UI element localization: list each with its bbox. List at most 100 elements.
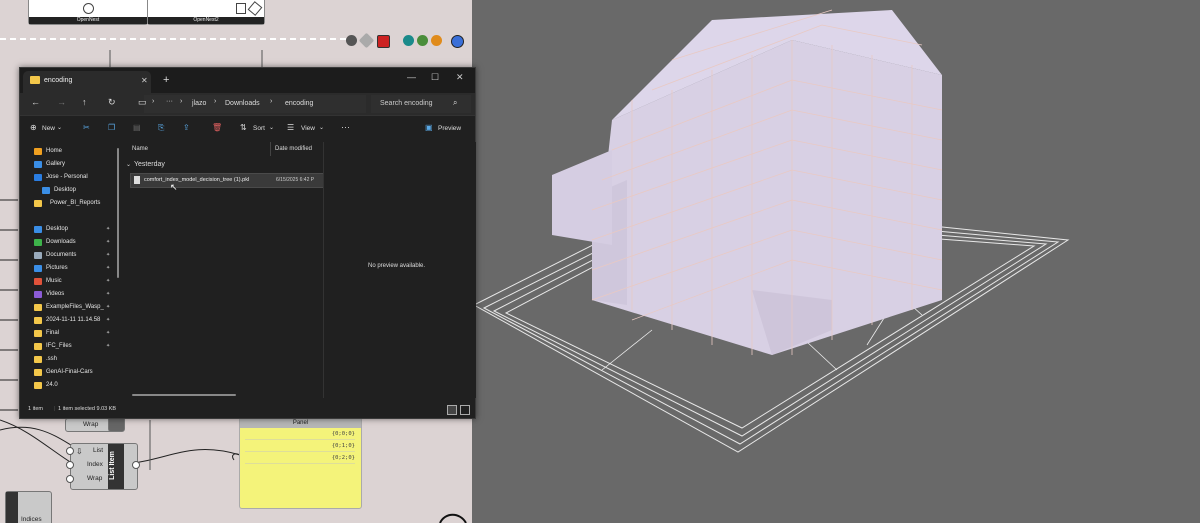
folder-icon	[30, 76, 40, 84]
back-icon[interactable]: ←	[31, 97, 40, 107]
rhino-viewport[interactable]	[472, 0, 1200, 523]
sidebar-item-24-0[interactable]: 24.0	[20, 380, 116, 392]
delete-icon[interactable]: 🗑	[212, 123, 222, 132]
sidebar-item-desktop[interactable]: Desktop	[20, 185, 116, 197]
pin-icon[interactable]: ✦	[106, 343, 110, 349]
breadcrumb-jlazo[interactable]: jlazo	[192, 100, 206, 107]
tab-encoding[interactable]: encoding ✕	[23, 71, 151, 93]
tiles-view-icon[interactable]	[460, 405, 470, 415]
sidebar-item-videos[interactable]: Videos ✦	[20, 289, 116, 301]
preview-pane-icon: ▣	[425, 123, 433, 132]
status-divider: |	[54, 406, 56, 412]
view-button[interactable]: View	[301, 125, 315, 132]
sidebar-item-documents[interactable]: Documents ✦	[20, 250, 116, 262]
sidebar-item-gallery[interactable]: Gallery	[20, 159, 116, 171]
new-tab-icon[interactable]: +	[163, 74, 169, 86]
breadcrumb-downloads[interactable]: Downloads	[225, 100, 260, 107]
divider	[20, 115, 475, 116]
new-button[interactable]: New	[42, 125, 55, 132]
paste-icon[interactable]: ▤	[133, 123, 141, 132]
pin-icon[interactable]: ✦	[106, 304, 110, 310]
wrap-input-grip[interactable]	[66, 475, 74, 483]
nav-scrollbar[interactable]	[117, 148, 119, 278]
address-bar: ← → ↑ ↻ ▭ › ··· › jlazo › Downloads › en…	[20, 93, 475, 115]
music-icon	[34, 278, 42, 285]
sidebar-item-examplefiles-wasp[interactable]: ExampleFiles_Wasp_ ✦	[20, 302, 116, 314]
sidebar-item-ifc-files[interactable]: IFC_Files ✦	[20, 341, 116, 353]
sidebar-item-label: Desktop	[54, 187, 77, 193]
chevron-down-icon[interactable]: ⌄	[126, 161, 131, 168]
sidebar-item-jose-personal[interactable]: Jose - Personal	[20, 172, 116, 184]
title-bar: encoding ✕ + — ☐ ✕	[20, 68, 475, 93]
column-header-name[interactable]: Name	[132, 146, 148, 160]
breadcrumb-encoding[interactable]: encoding	[285, 100, 313, 107]
sort-button[interactable]: Sort	[253, 125, 265, 132]
sidebar-item-label: Final	[46, 330, 60, 336]
folder-icon	[34, 382, 42, 389]
indices-component[interactable]: Indices	[5, 491, 52, 523]
sidebar-item-final[interactable]: Final ✦	[20, 328, 116, 340]
chevron-right-icon: ›	[152, 98, 155, 105]
breadcrumb[interactable]: ▭ › ··· › jlazo › Downloads › encoding	[138, 95, 366, 113]
preview-pane: No preview available.	[323, 142, 476, 398]
mouse-cursor-icon: ↖	[170, 182, 178, 192]
item-output-grip[interactable]	[132, 461, 140, 469]
sidebar-item-power-bi-reports[interactable]: Power_BI_Reports	[20, 198, 116, 210]
refresh-icon[interactable]: ↻	[108, 97, 116, 108]
more-options-button[interactable]: ···	[341, 122, 350, 132]
folder-icon	[34, 317, 42, 324]
sidebar-item-2024-11-11-11-14-58[interactable]: 2024-11-11 11.14.58 ✦	[20, 315, 116, 327]
group-header[interactable]: Yesterday	[134, 161, 165, 168]
preview-button[interactable]: Preview	[438, 125, 461, 132]
file-list[interactable]: Name Date modified ⌄ Yesterday comfort_i…	[124, 142, 324, 398]
sidebar-item-desktop[interactable]: Desktop ✦	[20, 224, 116, 236]
pin-icon[interactable]: ✦	[106, 252, 110, 258]
sidebar-item-label: Home	[46, 148, 63, 154]
prev-component[interactable]: Wrap	[65, 418, 114, 432]
navigation-pane[interactable]: Home Gallery Jose - Personal Desktop Power_B…	[20, 142, 120, 398]
index-input-grip[interactable]	[66, 461, 74, 469]
chevron-right-icon: ›	[180, 98, 183, 105]
sidebar-item-downloads[interactable]: Downloads ✦	[20, 237, 116, 249]
maximize-icon[interactable]: ☐	[431, 72, 439, 83]
horizontal-scrollbar[interactable]	[132, 394, 236, 396]
column-header-date[interactable]: Date modified	[275, 146, 312, 160]
picture-icon	[34, 265, 42, 272]
tab-close-icon[interactable]: ✕	[141, 76, 148, 85]
panel-component[interactable]: Panel {0;0;0} {0;1;0} {0;2;0}	[239, 417, 362, 509]
sidebar-item-music[interactable]: Music ✦	[20, 276, 116, 288]
forward-icon[interactable]: →	[57, 97, 66, 107]
minimize-icon[interactable]: —	[407, 72, 416, 82]
indices-label: Indices	[21, 516, 42, 523]
more-path-icon[interactable]: ···	[166, 98, 173, 105]
sidebar-item-ssh[interactable]: .ssh	[20, 354, 116, 366]
details-view-icon[interactable]	[447, 405, 457, 415]
panel-row: {0;0;0}	[245, 429, 355, 440]
folder-icon	[34, 330, 42, 337]
sort-icon: ⇅	[240, 123, 247, 132]
file-row[interactable]: comfort_index_model_decision_tree (1).pk…	[130, 173, 324, 188]
sidebar-item-genai-final-cars[interactable]: GenAI-Final-Cars	[20, 367, 116, 379]
pin-icon[interactable]: ✦	[106, 291, 110, 297]
search-input[interactable]: Search encoding ⌕	[371, 95, 471, 113]
search-icon: ⌕	[453, 98, 458, 107]
up-icon[interactable]: ↑	[82, 97, 87, 107]
sidebar-item-pictures[interactable]: Pictures ✦	[20, 263, 116, 275]
close-icon[interactable]: ✕	[456, 72, 464, 83]
pin-icon[interactable]: ✦	[106, 278, 110, 284]
home-icon	[34, 148, 42, 155]
sidebar-item-home[interactable]: Home	[20, 146, 116, 158]
chevron-down-icon: ⌄	[319, 125, 325, 131]
pin-icon[interactable]: ✦	[106, 239, 110, 245]
share-icon[interactable]: ⇪	[183, 123, 190, 132]
copy-icon[interactable]: ❐	[108, 123, 115, 132]
list-input-grip[interactable]	[66, 447, 74, 455]
rename-icon[interactable]: ⎘	[158, 123, 164, 133]
cut-icon[interactable]: ✂	[83, 123, 90, 132]
pin-icon[interactable]: ✦	[106, 330, 110, 336]
file-explorer-window[interactable]: encoding ✕ + — ☐ ✕ ← → ↑ ↻ ▭ › ··· › jla…	[19, 67, 476, 419]
pin-icon[interactable]: ✦	[106, 317, 110, 323]
pin-icon[interactable]: ✦	[106, 265, 110, 271]
list-item-component[interactable]: ⇩ List Index Wrap List Item	[70, 443, 138, 490]
pin-icon[interactable]: ✦	[106, 226, 110, 232]
